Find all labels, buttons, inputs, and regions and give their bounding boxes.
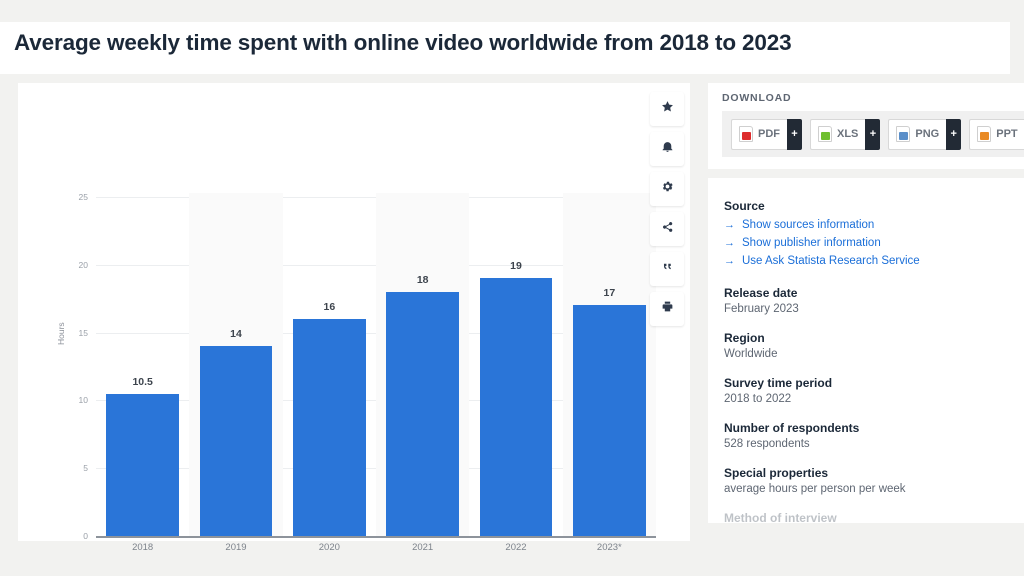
- x-axis-tick-label: 2020: [319, 542, 340, 553]
- arrow-right-icon: →: [724, 234, 735, 252]
- download-button-row: PDF + XLS + PNG + PPT+: [722, 111, 1024, 157]
- source-link[interactable]: → Show publisher information: [724, 234, 1006, 252]
- download-button-label: PPT: [996, 128, 1017, 140]
- survey-period-value: 2018 to 2022: [724, 393, 1006, 405]
- download-ppt-button[interactable]: PPT+: [969, 119, 1024, 150]
- respondents-heading: Number of respondents: [724, 421, 1006, 435]
- arrow-right-icon: →: [724, 216, 735, 234]
- respondents-value: 528 respondents: [724, 438, 1006, 450]
- download-png-button[interactable]: PNG +: [888, 119, 961, 150]
- download-button-label: PNG: [915, 128, 939, 140]
- bar-value-label: 14: [230, 328, 242, 340]
- y-axis-tick-label: 15: [64, 328, 88, 338]
- y-axis-tick-label: 0: [64, 531, 88, 541]
- special-properties-value: average hours per person per week: [724, 483, 1006, 495]
- source-heading: Source: [724, 199, 1006, 213]
- bar[interactable]: [386, 292, 459, 536]
- citation-button[interactable]: [650, 252, 684, 286]
- settings-button[interactable]: [650, 172, 684, 206]
- page-title: Average weekly time spent with online vi…: [14, 30, 792, 56]
- citation-quote-icon: [661, 260, 674, 278]
- bar[interactable]: [480, 278, 553, 536]
- bar[interactable]: [106, 394, 179, 536]
- y-axis-tick-label: 20: [64, 260, 88, 270]
- download-panel: DOWNLOAD PDF + XLS + PNG + PPT+: [708, 83, 1024, 169]
- share-button[interactable]: [650, 212, 684, 246]
- survey-period-heading: Survey time period: [724, 376, 1006, 390]
- y-axis-tick-label: 5: [64, 463, 88, 473]
- download-heading: DOWNLOAD: [722, 92, 791, 104]
- arrow-right-icon: →: [724, 252, 735, 270]
- bar[interactable]: [573, 305, 646, 536]
- x-axis-tick-label: 2019: [225, 542, 246, 553]
- source-link-list: → Show sources information → Show publisher…: [724, 216, 1006, 270]
- region-heading: Region: [724, 331, 1006, 345]
- download-png-options-button[interactable]: +: [946, 119, 961, 150]
- pdf-file-icon: [739, 126, 753, 142]
- print-icon: [661, 300, 674, 318]
- source-block: Source → Show sources information → Show pu…: [724, 199, 1006, 270]
- respondents-block: Number of respondents 528 respondents: [724, 421, 1006, 450]
- source-link-label: Show publisher information: [742, 234, 881, 252]
- chart-plot-area: Hours 0510152025 10.51416181917 20182019…: [18, 83, 690, 483]
- bar[interactable]: [293, 319, 366, 536]
- bar[interactable]: [200, 346, 273, 536]
- bar-value-label: 18: [417, 274, 429, 286]
- print-button[interactable]: [650, 292, 684, 326]
- download-pdf-options-button[interactable]: +: [787, 119, 802, 150]
- bar-value-label: 10.5: [132, 376, 152, 388]
- gridline: [96, 536, 656, 538]
- x-axis-tick-label: 2022: [505, 542, 526, 553]
- bar-value-label: 19: [510, 260, 522, 272]
- chart-panel: Hours 0510152025 10.51416181917 20182019…: [18, 83, 690, 541]
- x-axis-tick-label: 2023*: [597, 542, 622, 553]
- png-file-icon: [896, 126, 910, 142]
- region-block: Region Worldwide: [724, 331, 1006, 360]
- release-date-value: February 2023: [724, 303, 1006, 315]
- special-properties-heading: Special properties: [724, 466, 1006, 480]
- favorite-star-icon: [661, 100, 674, 118]
- source-link-label: Use Ask Statista Research Service: [742, 252, 920, 270]
- survey-period-block: Survey time period 2018 to 2022: [724, 376, 1006, 405]
- statista-chart-page: Average weekly time spent with online vi…: [0, 0, 1024, 576]
- title-card: Average weekly time spent with online vi…: [0, 22, 1010, 74]
- release-date-block: Release date February 2023: [724, 286, 1006, 315]
- special-properties-block: Special properties average hours per per…: [724, 466, 1006, 495]
- x-axis-tick-label: 2021: [412, 542, 433, 553]
- download-pdf-button[interactable]: PDF +: [731, 119, 802, 150]
- x-axis-tick-label: 2018: [132, 542, 153, 553]
- y-axis-tick-label: 25: [64, 192, 88, 202]
- y-axis-tick-label: 10: [64, 395, 88, 405]
- chart-tool-rail: [650, 92, 684, 326]
- source-link[interactable]: → Use Ask Statista Research Service: [724, 252, 1006, 270]
- source-link[interactable]: → Show sources information: [724, 216, 1006, 234]
- download-xls-button[interactable]: XLS +: [810, 119, 880, 150]
- settings-gear-icon: [661, 180, 674, 198]
- bar-value-label: 17: [603, 287, 615, 299]
- region-value: Worldwide: [724, 348, 1006, 360]
- download-button-label: XLS: [837, 128, 858, 140]
- notification-bell-icon: [661, 140, 674, 158]
- ppt-file-icon: [977, 126, 991, 142]
- download-xls-options-button[interactable]: +: [865, 119, 880, 150]
- favorite-button[interactable]: [650, 92, 684, 126]
- bar-value-label: 16: [323, 301, 335, 313]
- details-panel: Source → Show sources information → Show pu…: [708, 178, 1024, 523]
- notification-button[interactable]: [650, 132, 684, 166]
- download-button-label: PDF: [758, 128, 780, 140]
- cut-off-heading: Method of interview: [724, 511, 1006, 523]
- xls-file-icon: [818, 126, 832, 142]
- release-date-heading: Release date: [724, 286, 1006, 300]
- source-link-label: Show sources information: [742, 216, 874, 234]
- share-icon: [661, 220, 674, 238]
